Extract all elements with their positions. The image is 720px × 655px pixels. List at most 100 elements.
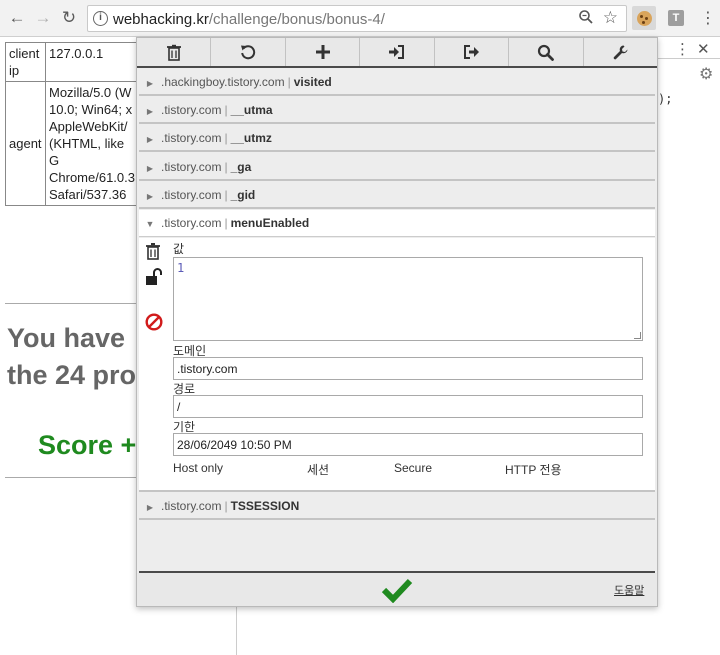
domain-input[interactable]: .tistory.com: [173, 357, 643, 380]
export-icon: [463, 45, 479, 59]
options-button[interactable]: [584, 38, 657, 66]
expand-arrow-icon: ▶: [146, 503, 154, 512]
cookie-row-menuenabled[interactable]: ▼ .tistory.com | menuEnabled: [139, 210, 655, 237]
cookie-name: __utma: [230, 103, 273, 117]
cookie-name: visited: [293, 75, 332, 89]
url-path: /challenge/bonus/bonus-4/: [208, 11, 385, 28]
expand-arrow-icon: ▶: [146, 192, 154, 201]
devtools-code-text: );: [658, 92, 673, 106]
secure-option[interactable]: Secure: [394, 461, 432, 475]
cookie-domain: .tistory.com: [161, 131, 222, 145]
block-cookie-button[interactable]: [145, 313, 163, 334]
cookie-row-tssession[interactable]: ▶ .tistory.com | TSSESSION: [139, 493, 655, 520]
cookie-separator: |: [224, 499, 228, 513]
cookie-separator: |: [224, 131, 228, 145]
cookie-name: menuEnabled: [230, 216, 310, 230]
cookie-editor-icon[interactable]: [632, 6, 656, 30]
t-extension-icon[interactable]: T: [668, 10, 684, 26]
host-only-option[interactable]: Host only: [173, 461, 223, 475]
devtools-settings-gear-icon[interactable]: ⚙: [699, 64, 713, 84]
protect-cookie-button[interactable]: [145, 268, 165, 289]
resize-handle-icon[interactable]: [634, 332, 641, 339]
cookie-domain: .hackingboy.tistory.com: [161, 75, 285, 89]
browser-toolbar: ← → ↻ i webhacking.kr/challenge/bonus/bo…: [0, 0, 720, 37]
bookmark-star-icon[interactable]: ☆: [603, 8, 618, 28]
divider: [5, 303, 140, 304]
table-value: 127.0.0.1: [45, 42, 141, 82]
address-bar[interactable]: i webhacking.kr/challenge/bonus/bonus-4/…: [87, 5, 627, 32]
cookie-row-visited[interactable]: ▶ .hackingboy.tistory.com | visited: [139, 69, 655, 96]
collapse-arrow-icon: ▼: [145, 219, 155, 229]
cookie-domain: .tistory.com: [161, 188, 222, 202]
forward-button[interactable]: →: [32, 7, 54, 29]
reset-button[interactable]: [211, 38, 286, 66]
forward-arrow-icon: →: [34, 8, 52, 27]
cookie-row-utma[interactable]: ▶ .tistory.com | __utma: [139, 97, 655, 124]
http-only-option[interactable]: HTTP 전용: [505, 461, 562, 478]
devtools-menu-icon[interactable]: ⋮: [675, 40, 690, 58]
info-icon[interactable]: i: [93, 11, 108, 26]
devtools-close-icon[interactable]: ✕: [697, 40, 710, 58]
path-input[interactable]: /: [173, 395, 643, 418]
wrench-icon: [613, 45, 628, 59]
import-icon: [389, 45, 405, 59]
cookie-detail-panel: 값 1 도메인 .tistory.com 경로 / 기한 28/06/2049 …: [139, 238, 655, 492]
delete-all-button[interactable]: [137, 38, 212, 66]
reload-icon: ↻: [61, 8, 77, 27]
expand-arrow-icon: ▶: [146, 79, 154, 88]
help-link[interactable]: 도움말: [614, 582, 644, 598]
trash-icon: [146, 243, 160, 260]
session-option[interactable]: 세션: [307, 461, 329, 478]
cookie-name: __utmz: [230, 131, 272, 145]
apply-button[interactable]: [381, 577, 413, 606]
cookie-name: TSSESSION: [230, 499, 300, 513]
cookie-separator: |: [224, 103, 228, 117]
expand-arrow-icon: ▶: [146, 164, 154, 173]
reload-button[interactable]: ↻: [58, 7, 80, 29]
checkmark-icon: [381, 578, 413, 604]
table-value: Mozilla/5.0 (W 10.0; Win64; x AppleWebKi…: [45, 81, 141, 206]
unlock-icon: [146, 268, 162, 285]
expiry-input[interactable]: 28/06/2049 10:50 PM: [173, 433, 643, 456]
cookie-separator: |: [224, 160, 228, 174]
undo-icon: [241, 45, 256, 60]
export-button[interactable]: [435, 38, 510, 66]
cookie-separator: |: [224, 216, 228, 230]
table-key: client ip: [5, 42, 46, 82]
table-key: agent: [5, 81, 46, 206]
cookie-row-ga[interactable]: ▶ .tistory.com | _ga: [139, 154, 655, 181]
score-text: Score +: [38, 430, 137, 460]
devtools-tab-border: [656, 58, 720, 59]
add-cookie-button[interactable]: [286, 38, 361, 66]
cookie-separator: |: [224, 188, 228, 202]
url-text[interactable]: webhacking.kr/challenge/bonus/bonus-4/: [113, 11, 385, 28]
heading-line: You have: [7, 323, 126, 353]
cookie-domain: .tistory.com: [161, 216, 222, 230]
popup-footer: 도움말: [137, 573, 657, 606]
cookie-domain: .tistory.com: [161, 103, 222, 117]
expand-arrow-icon: ▶: [146, 107, 154, 116]
back-button[interactable]: ←: [6, 7, 28, 29]
table-row: agent Mozilla/5.0 (W 10.0; Win64; x Appl…: [5, 81, 141, 206]
popup-action-bar: [137, 38, 657, 68]
cookie-row-gid[interactable]: ▶ .tistory.com | _gid: [139, 182, 655, 209]
import-button[interactable]: [360, 38, 435, 66]
browser-menu-icon[interactable]: ⋮: [700, 8, 716, 28]
delete-cookie-button[interactable]: [145, 242, 161, 263]
cookie-separator: |: [287, 75, 291, 89]
cookie-domain: .tistory.com: [161, 160, 222, 174]
challenge-heading: You have the 24 pro: [7, 320, 136, 394]
cookie-name: _gid: [230, 188, 256, 202]
cookie-value: 1: [177, 261, 185, 275]
divider: [5, 477, 140, 478]
trash-icon: [166, 44, 181, 61]
cookie-domain: .tistory.com: [161, 499, 222, 513]
search-button[interactable]: [509, 38, 584, 66]
cookie-value-textarea[interactable]: 1: [173, 257, 643, 341]
table-row: client ip 127.0.0.1: [5, 42, 141, 82]
zoom-icon[interactable]: [578, 9, 594, 29]
value-label: 값: [173, 242, 185, 256]
request-info-table: client ip 127.0.0.1 agent Mozilla/5.0 (W…: [5, 42, 141, 206]
expand-arrow-icon: ▶: [146, 135, 154, 144]
cookie-row-utmz[interactable]: ▶ .tistory.com | __utmz: [139, 125, 655, 152]
